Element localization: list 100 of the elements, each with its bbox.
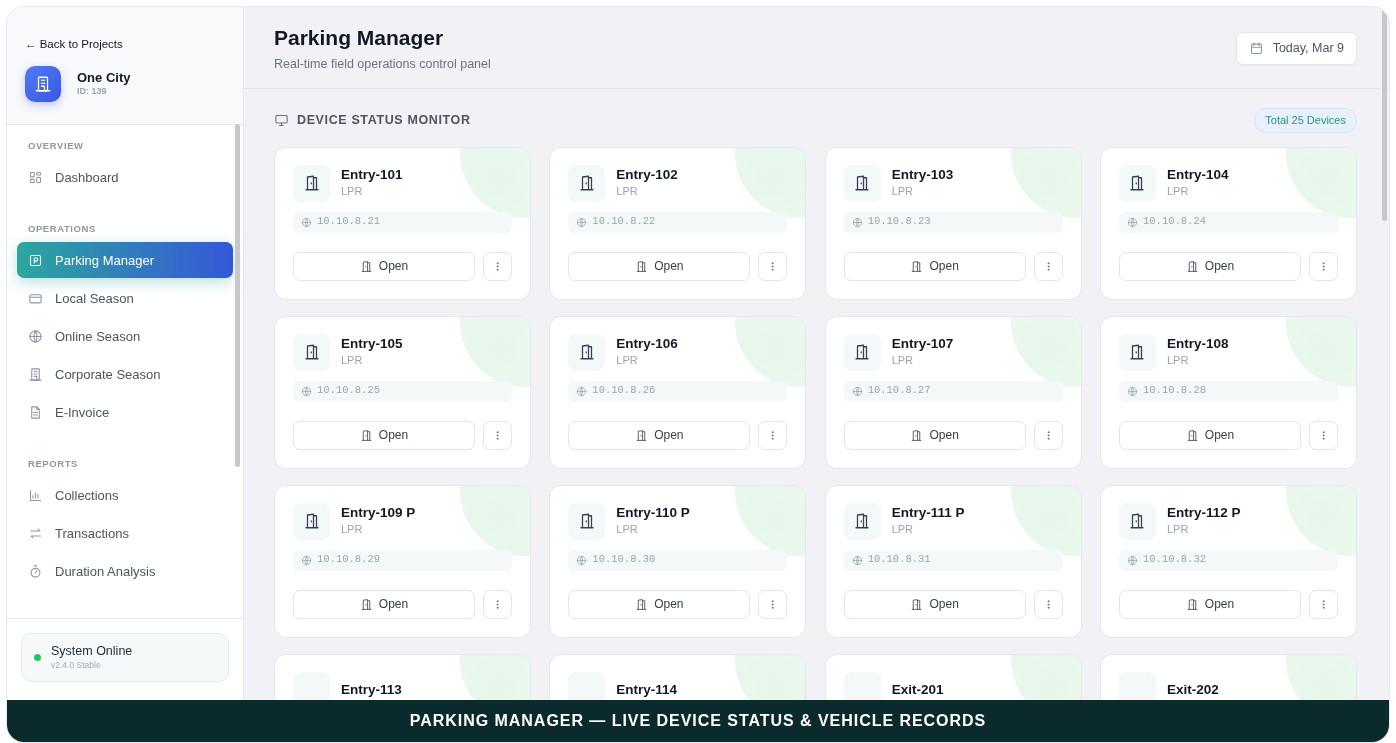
globe-icon [851,385,863,397]
device-count-badge: Total 25 Devices [1254,108,1357,133]
ip-address: 10.10.8.23 [843,211,1063,233]
door-icon [635,259,649,273]
globe-icon [1127,385,1138,397]
more-button[interactable] [758,420,788,450]
more-button[interactable] [1309,420,1338,450]
stopwatch-icon [28,563,43,579]
door-icon [302,512,321,531]
door-icon [1185,428,1199,442]
open-button[interactable]: Open [293,420,475,450]
page-title: Parking Manager [274,25,445,51]
open-button[interactable]: Open [1119,251,1301,281]
open-button[interactable]: Open [843,251,1026,281]
device-type: LPR [891,352,915,368]
nav-item[interactable]: Duration Analysis [17,553,233,590]
device-type: LPR [1167,183,1190,199]
more-button[interactable] [483,589,512,619]
version-text: v2.4.0 Stable [51,659,102,672]
page-subtitle: Real-time field operations control panel [274,56,491,74]
more-button[interactable] [1033,589,1063,619]
device-name: Entry-107 [891,336,954,352]
device-name: Entry-111 P [891,505,965,521]
nav-item[interactable]: Online Season [17,318,233,355]
device-type: LPR [341,352,364,368]
ip-address: 10.10.8.30 [568,549,788,571]
door-icon [359,597,373,611]
nav-item[interactable]: Collections [17,477,233,514]
globe-icon [301,385,312,397]
globe-icon [851,216,863,228]
open-button[interactable]: Open [568,420,751,450]
device-name: Entry-112 P [1167,505,1241,521]
open-button[interactable]: Open [568,589,751,619]
open-button[interactable]: Open [293,251,475,281]
bar-chart-icon [28,487,43,503]
ip-address: 10.10.8.27 [843,380,1063,402]
back-link[interactable]: ← Back to Projects [25,36,123,54]
door-icon [910,428,924,442]
door-icon [1128,174,1147,193]
nav-item[interactable]: Dashboard [17,159,233,196]
door-icon [359,428,373,442]
globe-icon [1127,216,1138,228]
open-button[interactable]: Open [293,589,475,619]
door-icon [635,428,649,442]
device-name: Entry-108 [1167,336,1229,352]
device-type: LPR [616,352,639,368]
caption-banner: PARKING MANAGER — LIVE DEVICE STATUS & VEHICLE RECORDS [7,700,1389,742]
nav-item[interactable]: Local Season [17,280,233,317]
globe-icon [576,554,588,566]
globe-icon [301,216,312,228]
device-name: Entry-114 [616,682,678,698]
project-name: One City [77,69,131,86]
more-button[interactable] [483,420,512,450]
door-icon [577,343,596,362]
more-button[interactable] [1309,251,1338,281]
more-button[interactable] [758,251,788,281]
nav-item[interactable]: Parking Manager [17,242,233,279]
door-icon [853,343,872,362]
monitor-icon [274,112,289,128]
open-button[interactable]: Open [1119,589,1301,619]
device-name: Entry-106 [616,336,678,352]
ip-address: 10.10.8.25 [293,380,512,402]
ip-address: 10.10.8.26 [568,380,788,402]
door-icon [910,597,924,611]
more-button[interactable] [1309,589,1338,619]
nav-item[interactable]: E-Invoice [17,394,233,431]
nav-item[interactable]: Transactions [17,515,233,552]
more-button[interactable] [758,589,788,619]
device-type: LPR [341,183,364,199]
door-icon [1185,259,1199,273]
open-button[interactable]: Open [843,420,1026,450]
scrollbar-thumb[interactable] [235,124,240,467]
door-icon [635,597,649,611]
globe-icon [576,385,588,397]
project-id: ID: 139 [77,85,108,99]
door-icon [577,174,596,193]
open-button[interactable]: Open [1119,420,1301,450]
door-icon [910,259,924,273]
globe-icon [576,216,588,228]
open-button[interactable]: Open [568,251,751,281]
device-name: Entry-104 [1167,167,1229,183]
device-name: Entry-110 P [616,505,690,521]
section-title: DEVICE STATUS MONITOR [297,111,471,129]
globe-icon [1127,554,1138,566]
device-type: LPR [891,183,915,199]
more-button[interactable] [483,251,512,281]
date-button[interactable]: Today, Mar 9 [1235,32,1357,65]
grid-icon [28,169,43,185]
ip-address: 10.10.8.31 [843,549,1063,571]
open-button[interactable]: Open [843,589,1026,619]
ip-address: 10.10.8.29 [293,549,512,571]
more-button[interactable] [1033,251,1063,281]
device-name: Entry-101 [341,167,403,183]
door-icon [1185,597,1199,611]
document-icon [28,404,43,420]
door-icon [577,512,596,531]
device-type: LPR [341,521,364,537]
parking-icon [28,252,43,268]
nav-item[interactable]: Corporate Season [17,356,233,393]
more-button[interactable] [1033,420,1063,450]
